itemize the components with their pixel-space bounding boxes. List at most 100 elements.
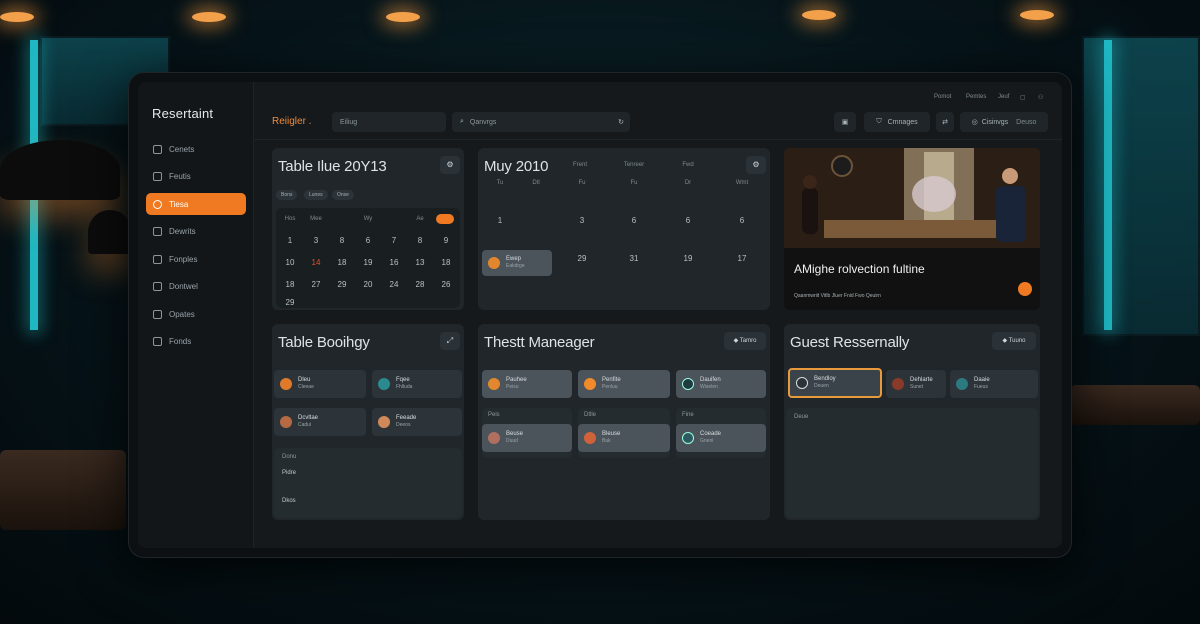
- day-cell[interactable]: 24: [382, 280, 406, 289]
- day-cell[interactable]: 29: [278, 298, 302, 307]
- sidebar-item-opates[interactable]: Opates: [146, 303, 246, 325]
- refresh-icon[interactable]: ↻: [618, 118, 624, 126]
- booking-card[interactable]: Feeade Deeos: [372, 408, 462, 436]
- panel-title: Thestt Maneager: [484, 334, 595, 351]
- file-icon: [153, 337, 162, 346]
- panel-title: Muy 2010: [484, 158, 549, 175]
- day-cell[interactable]: 1: [278, 236, 302, 245]
- reservation-card[interactable]: Dehlarte Sunet: [886, 370, 946, 398]
- card-sub: Cleeae: [298, 384, 314, 390]
- top-link[interactable]: Pemtes: [966, 94, 986, 100]
- day-cell[interactable]: 28: [408, 280, 432, 289]
- notification-icon[interactable]: ▢: [1020, 94, 1026, 101]
- user-icon[interactable]: ⚇: [1038, 94, 1043, 101]
- day-cell[interactable]: 6: [622, 216, 646, 225]
- day-cell[interactable]: 26: [434, 280, 458, 289]
- reservation-card-selected[interactable]: Bendloy Deuen: [788, 368, 882, 398]
- event-card[interactable]: Ewep Eakdrge: [482, 250, 552, 276]
- day-cell[interactable]: 10: [278, 258, 302, 267]
- expand-icon[interactable]: ⤢: [440, 332, 460, 350]
- day-cell[interactable]: 3: [570, 216, 594, 225]
- sidebar-item-fonples[interactable]: Fonples: [146, 248, 246, 270]
- sidebar-item-label: Feutis: [169, 172, 191, 181]
- day-cell[interactable]: 17: [730, 254, 754, 263]
- manager-panel: Thestt Maneager ◆ Tamro Pauhee Peisu Penf…: [478, 324, 770, 520]
- sidebar-item-fonds[interactable]: Fonds: [146, 331, 246, 353]
- day-cell[interactable]: 7: [382, 236, 406, 245]
- day-cell[interactable]: 8: [330, 236, 354, 245]
- day-cell[interactable]: 6: [356, 236, 380, 245]
- top-link[interactable]: Jeuf: [998, 94, 1009, 100]
- ceiling-light: [386, 12, 420, 22]
- day-cell-selected[interactable]: 14: [304, 258, 328, 267]
- day-cell[interactable]: 29: [330, 280, 354, 289]
- sidebar: Resertaint Cenets Feutis Tiesa Dewrits F…: [138, 82, 254, 548]
- settings-icon[interactable]: ⚙: [440, 156, 460, 174]
- booking-card[interactable]: Fqee Fhlluda: [372, 370, 462, 398]
- sidebar-item-feutis[interactable]: Feutis: [146, 166, 246, 188]
- booking-notes: Donu Pidre Dkos: [274, 448, 462, 518]
- chart-icon: [153, 282, 162, 291]
- day-cell[interactable]: 29: [570, 254, 594, 263]
- month-calendar-panel: Muy 2010 Frent Tenreer Fwd ⚙ Tu Dtl Fu F…: [478, 148, 770, 310]
- play-icon[interactable]: [1018, 282, 1032, 296]
- top-link[interactable]: Pomot: [934, 94, 951, 100]
- day-cell[interactable]: 18: [434, 258, 458, 267]
- reservation-card[interactable]: Daaie Fueus: [950, 370, 1038, 398]
- day-cell[interactable]: 18: [330, 258, 354, 267]
- restaurant-photo-card[interactable]: AMighe rolvection fultine Qaanmwriit Vit…: [784, 148, 1040, 310]
- day-cell[interactable]: 19: [356, 258, 380, 267]
- filter-field[interactable]: Eiliug: [332, 112, 446, 132]
- sidebar-nav: Cenets Feutis Tiesa Dewrits Fonples Dont…: [146, 138, 246, 358]
- day-cell[interactable]: 27: [304, 280, 328, 289]
- restaurant-table: [0, 450, 126, 530]
- day-cell[interactable]: 8: [408, 236, 432, 245]
- manager-card[interactable]: Beuse Duud: [482, 424, 572, 452]
- sidebar-item-cenets[interactable]: Cenets: [146, 138, 246, 160]
- chip-filter[interactable]: Lunes: [304, 190, 328, 200]
- next-icon[interactable]: [436, 214, 454, 224]
- day-cell[interactable]: 13: [408, 258, 432, 267]
- account-button[interactable]: ◎ Cisinvgs Deuso: [960, 112, 1048, 132]
- day-cell[interactable]: 9: [434, 236, 458, 245]
- booking-card[interactable]: Dleu Cleeae: [274, 370, 366, 398]
- event-sub: Eakdrge: [506, 263, 525, 269]
- manager-card[interactable]: Penfite Penluu: [578, 370, 670, 398]
- day-cell[interactable]: 1: [488, 216, 512, 225]
- sidebar-item-dontwel[interactable]: Dontwel: [146, 276, 246, 298]
- day-cell[interactable]: 16: [382, 258, 406, 267]
- search-input[interactable]: ⌕ Qanvrgs ↻: [452, 112, 630, 132]
- manager-badge-button[interactable]: ◆ Tamro: [724, 332, 766, 350]
- manager-card[interactable]: Pauhee Peisu: [482, 370, 572, 398]
- day-cell[interactable]: 31: [622, 254, 646, 263]
- chip-filter[interactable]: Bons: [276, 190, 298, 200]
- week-label: Hos: [284, 216, 296, 222]
- chip-filter[interactable]: Onse: [332, 190, 354, 200]
- manage-button[interactable]: ⛉ Cmnages: [864, 112, 930, 132]
- day-cell[interactable]: 20: [356, 280, 380, 289]
- day-cell[interactable]: 18: [278, 280, 302, 289]
- sidebar-item-tiesa[interactable]: Tiesa: [146, 193, 246, 215]
- weekday-head: Tu: [496, 180, 504, 186]
- sync-icon[interactable]: ⇄: [936, 112, 954, 132]
- day-cell[interactable]: 6: [676, 216, 700, 225]
- manager-card[interactable]: Bleuse Buk: [578, 424, 670, 452]
- add-icon[interactable]: ▣: [834, 112, 856, 132]
- window: [1082, 36, 1200, 336]
- avatar: [956, 378, 968, 390]
- manager-card[interactable]: Dauifen Wiselen: [676, 370, 766, 398]
- booking-card[interactable]: Dcvltae Cadui: [274, 408, 366, 436]
- card-title: Dehlarte: [910, 377, 933, 383]
- settings-icon[interactable]: ⚙: [746, 156, 766, 174]
- table-calendar-panel: Table Ilue 20Y13 ⚙ Bons Lunes Onse Hos M…: [272, 148, 464, 310]
- day-cell[interactable]: 6: [730, 216, 754, 225]
- sidebar-item-dewrits[interactable]: Dewrits: [146, 221, 246, 243]
- manager-card[interactable]: Coeade Gnenl: [676, 424, 766, 452]
- day-cell[interactable]: 3: [304, 236, 328, 245]
- panel-title: Table Ilue 20Y13: [278, 158, 387, 175]
- reservations-badge-button[interactable]: ◆ Tuuno: [992, 332, 1036, 350]
- day-cell[interactable]: 19: [676, 254, 700, 263]
- list-icon: [153, 227, 162, 236]
- sidebar-item-label: Dontwel: [169, 282, 198, 291]
- card-sub: Fhlluda: [396, 384, 413, 390]
